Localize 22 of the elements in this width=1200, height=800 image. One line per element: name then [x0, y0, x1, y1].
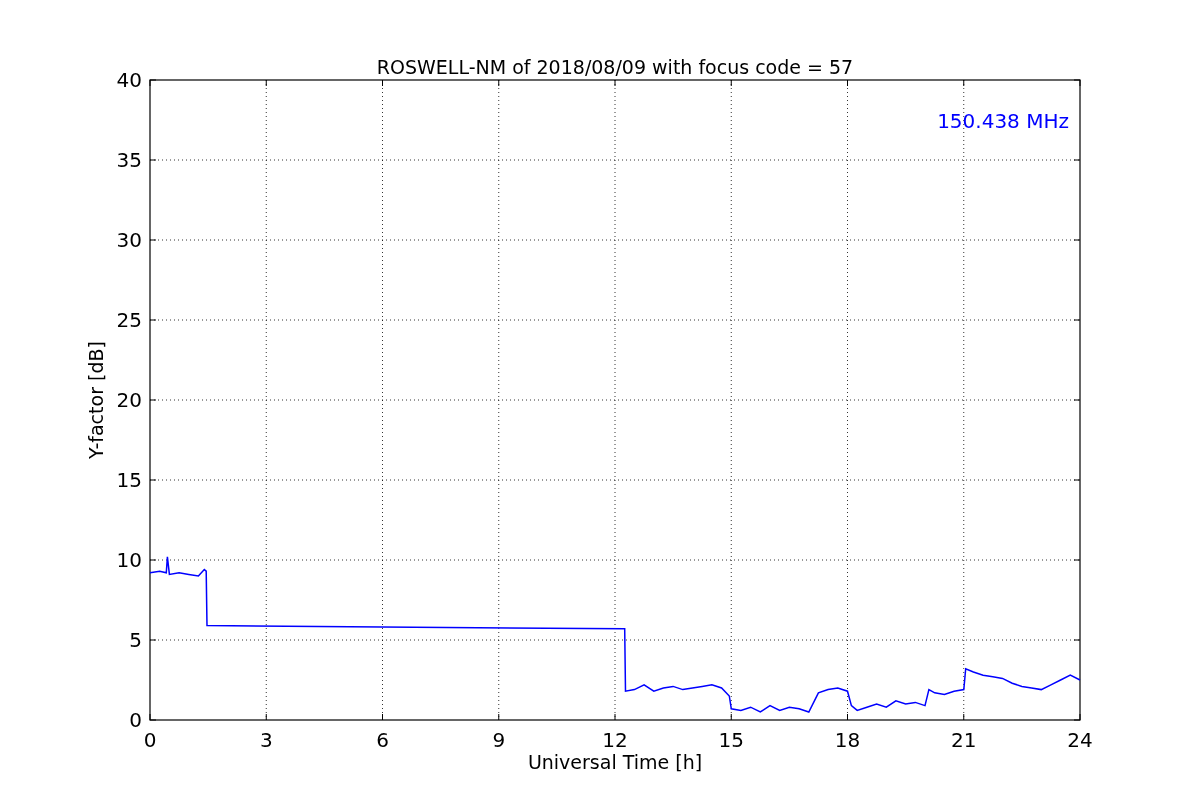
y-tick-label: 0 [129, 708, 142, 732]
x-tick-label: 6 [376, 728, 389, 752]
x-tick-label: 9 [492, 728, 506, 752]
y-tick-label: 30 [116, 228, 142, 252]
x-tick-label: 15 [718, 728, 744, 752]
y-tick-label: 25 [116, 308, 142, 332]
x-tick-label: 24 [1067, 728, 1093, 752]
x-tick-label: 12 [602, 728, 628, 752]
x-tick-label: 21 [951, 728, 977, 752]
x-tick-label: 3 [259, 728, 273, 752]
chart-title: ROSWELL-NM of 2018/08/09 with focus code = 57 [376, 56, 854, 78]
y-axis-label: Y-factor [dB] [85, 341, 107, 459]
y-tick-label: 20 [116, 388, 142, 412]
y-tick-label: 35 [116, 148, 142, 172]
y-tick-label: 5 [129, 628, 142, 652]
series-label: 150.438 MHz [937, 109, 1069, 133]
x-tick-label: 18 [834, 728, 861, 752]
y-tick-label: 40 [116, 68, 142, 92]
y-tick-label: 10 [116, 548, 142, 572]
x-axis-label: Universal Time [h] [527, 751, 703, 773]
y-tick-label: 15 [116, 468, 142, 492]
x-tick-label: 0 [143, 728, 157, 752]
